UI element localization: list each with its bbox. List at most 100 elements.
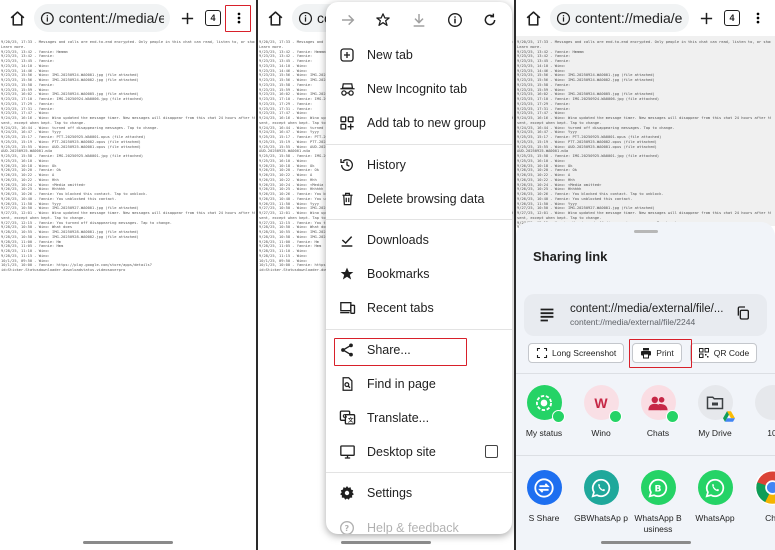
- tab-group-icon: [338, 114, 356, 132]
- status-icon: [526, 385, 565, 423]
- link-preview-card: content://media/external/file/... conten…: [524, 294, 767, 336]
- page-info-icon[interactable]: [447, 12, 463, 28]
- menu-item-find-in-page[interactable]: Find in page: [326, 367, 512, 401]
- menu-item-delete-browsing-data[interactable]: Delete browsing data: [326, 182, 512, 216]
- link-url: content://media/external/file/2244: [570, 317, 696, 327]
- share-target-gbwhatsapp[interactable]: GBWhatsAp p: [573, 470, 629, 534]
- new-tab-plus-icon[interactable]: [693, 5, 719, 31]
- chip-label: QR Code: [713, 348, 750, 358]
- gesture-bar[interactable]: [600, 541, 691, 544]
- sheet-separator: [516, 373, 775, 374]
- share-target-s-share[interactable]: S Share: [516, 470, 572, 534]
- menu-item-label: Translate...: [367, 410, 430, 425]
- home-icon[interactable]: [4, 5, 30, 31]
- share-target-wino[interactable]: W Wino: [573, 385, 629, 439]
- menu-item-downloads[interactable]: Downloads: [326, 223, 512, 257]
- menu-item-add-tab-to-group[interactable]: Add tab to new group: [326, 106, 512, 140]
- menu-item-label: Desktop site: [367, 445, 436, 460]
- desktop-site-checkbox[interactable]: [485, 445, 498, 459]
- forward-arrow-icon[interactable]: [340, 12, 356, 28]
- download-icon[interactable]: [411, 12, 427, 28]
- avatar: W: [583, 385, 622, 423]
- whatsapp-badge-icon: [608, 410, 622, 423]
- home-icon[interactable]: [262, 5, 288, 31]
- new-tab-plus-icon[interactable]: [174, 5, 200, 31]
- menu-item-bookmarks[interactable]: Bookmarks: [326, 257, 512, 291]
- share-target-chrome[interactable]: Chr: [744, 470, 775, 534]
- long-screenshot-chip[interactable]: Long Screenshot: [528, 343, 625, 363]
- menu-item-new-tab[interactable]: New tab: [326, 38, 512, 72]
- share-targets-row-1: My status W Wino Chats My Drive 10: [516, 385, 775, 439]
- star-icon: [338, 265, 356, 283]
- chat-log-line: id=Sticker.Statusdownloader.downloadstat…: [1, 268, 126, 272]
- menu-item-label: Delete browsing data: [367, 191, 485, 206]
- chat-export-text: 9/20/25, 17:33 - Messages and calls are …: [1, 40, 255, 273]
- chip-label: Long Screenshot: [552, 348, 617, 358]
- screen-share-sheet: content://media/e 4 9/20/25, 17:33 - Mes…: [516, 0, 775, 550]
- menu-item-translate[interactable]: G文 Translate...: [326, 401, 512, 435]
- menu-separator: [326, 328, 512, 330]
- omnibox[interactable]: content://media/e: [550, 4, 689, 32]
- info-icon[interactable]: [298, 11, 313, 26]
- share-target-whatsapp-business[interactable]: B WhatsApp B usiness: [630, 470, 686, 534]
- whatsapp-badge-icon: [551, 410, 565, 423]
- menu-item-recent-tabs[interactable]: Recent tabs: [326, 291, 512, 325]
- browser-toolbar: content://media/e 4: [516, 0, 775, 36]
- sheet-drag-handle[interactable]: [633, 230, 658, 233]
- info-icon[interactable]: [556, 11, 571, 26]
- gbwhatsapp-icon: [583, 470, 619, 505]
- info-icon[interactable]: [40, 11, 55, 26]
- app-name: WhatsApp B usiness: [634, 513, 682, 534]
- whatsapp-business-icon: B: [640, 470, 676, 505]
- find-icon: [338, 375, 356, 393]
- history-icon: [338, 156, 356, 174]
- group-icon: [640, 385, 679, 423]
- dim-overlay[interactable]: [516, 36, 775, 226]
- s-share-icon: [526, 470, 562, 505]
- share-target-chats[interactable]: Chats: [630, 385, 686, 439]
- chat-log-line: 9/20/25, 17:33 - Messages and calls are …: [1, 40, 255, 44]
- menu-item-history[interactable]: History: [326, 148, 512, 182]
- gesture-bar[interactable]: [83, 541, 173, 544]
- share-item-highlight: [334, 338, 467, 366]
- screenshot-icon: [536, 347, 548, 359]
- share-target-my-status[interactable]: My status: [516, 385, 572, 439]
- menu-button-highlight: [225, 5, 251, 32]
- drive-folder-icon: [697, 385, 735, 422]
- gear-icon: [338, 484, 356, 502]
- omnibox[interactable]: content://media/e: [34, 4, 170, 32]
- download-check-icon: [338, 231, 356, 249]
- chrome-icon: [754, 470, 775, 505]
- help-icon: ?: [338, 519, 356, 534]
- menu-item-label: New tab: [367, 48, 413, 63]
- share-target-whatsapp[interactable]: WhatsApp: [687, 470, 743, 534]
- share-target-my-drive[interactable]: My Drive: [687, 385, 743, 439]
- home-icon[interactable]: [520, 5, 546, 31]
- menu-item-help-feedback[interactable]: ? Help & feedback: [326, 510, 512, 534]
- menu-item-desktop-site[interactable]: Desktop site: [326, 435, 512, 469]
- menu-item-new-incognito-tab[interactable]: New Incognito tab: [326, 72, 512, 106]
- monitor-icon: [338, 443, 356, 461]
- bookmark-star-icon[interactable]: [375, 12, 391, 28]
- url-text: content://media/e: [575, 10, 683, 26]
- app-icon: [754, 385, 775, 420]
- qr-code-icon: [698, 347, 710, 359]
- share-target-more[interactable]: 10: [744, 385, 775, 439]
- qr-code-chip[interactable]: QR Code: [689, 343, 758, 363]
- tab-switcher-button[interactable]: 4: [200, 5, 226, 31]
- menu-item-label: New Incognito tab: [367, 82, 468, 97]
- sheet-separator: [516, 455, 775, 456]
- reload-icon[interactable]: [482, 12, 498, 28]
- sharing-hub-sheet: Sharing link content://media/external/fi…: [516, 222, 775, 550]
- tab-switcher-button[interactable]: 4: [719, 5, 745, 31]
- browser-toolbar: content://media/e 4: [0, 0, 256, 36]
- tab-count: 4: [724, 10, 740, 26]
- menu-action-row: [326, 2, 512, 38]
- menu-item-settings[interactable]: Settings: [326, 476, 512, 510]
- menu-item-label: Help & feedback: [367, 520, 459, 534]
- more-vert-icon[interactable]: [745, 5, 771, 31]
- url-text: content://media/e: [58, 10, 164, 26]
- gesture-bar[interactable]: [341, 541, 431, 544]
- svg-text:B: B: [655, 483, 662, 494]
- copy-icon[interactable]: [735, 305, 755, 326]
